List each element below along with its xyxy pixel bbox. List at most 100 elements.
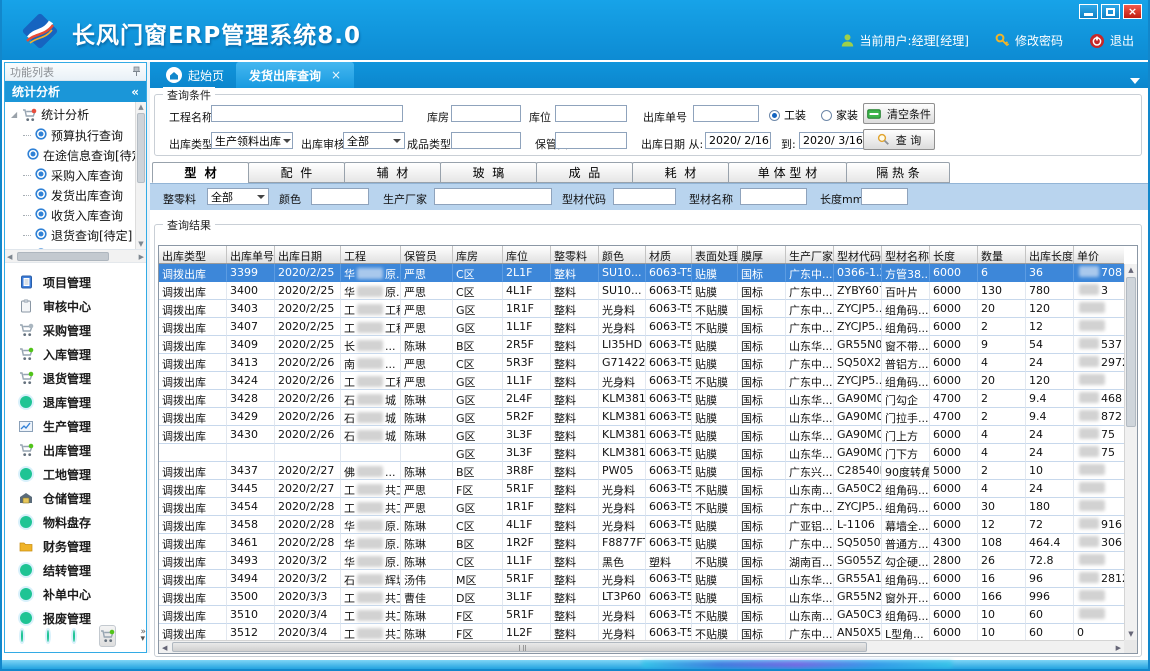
- column-header-出库日期[interactable]: 出库日期: [275, 246, 341, 263]
- grid-vertical-scrollbar[interactable]: ▲ ▼: [1124, 264, 1137, 640]
- cart-shortcut-button[interactable]: [99, 625, 116, 647]
- green-circle-icon[interactable]: [73, 630, 75, 642]
- product-type-input[interactable]: [451, 132, 521, 149]
- scroll-right-icon[interactable]: ▶: [139, 253, 144, 261]
- profile-name-input[interactable]: [740, 188, 807, 205]
- column-header-颜色[interactable]: 颜色: [599, 246, 646, 263]
- tree-item[interactable]: 采购入库查询: [5, 165, 146, 185]
- sidebar-item-结转管理[interactable]: 结转管理: [5, 558, 146, 582]
- column-header-库房[interactable]: 库房: [453, 246, 503, 263]
- scroll-thumb[interactable]: [17, 252, 109, 261]
- table-row[interactable]: 调拨出库35002020/3/3工共工程曹佳D区3L1F整料LT3P606063…: [159, 588, 1124, 606]
- column-header-库位[interactable]: 库位: [503, 246, 551, 263]
- column-header-单价[interactable]: 单价: [1074, 246, 1124, 263]
- table-row[interactable]: 调拨出库34132020/2/26南...严思C区5R3F整料G71422606…: [159, 354, 1124, 372]
- whole-part-select[interactable]: 全部: [207, 188, 269, 205]
- sidebar-item-工地管理[interactable]: 工地管理: [5, 462, 146, 486]
- project-name-input[interactable]: [211, 105, 403, 122]
- column-header-出库类型[interactable]: 出库类型: [159, 246, 227, 263]
- table-row[interactable]: 调拨出库34302020/2/26石城陈琳G区3L3F整料KLM38176063…: [159, 426, 1124, 444]
- tree-item[interactable]: 收货入库查询: [5, 205, 146, 225]
- material-tab-成品[interactable]: 成 品: [536, 162, 633, 183]
- column-header-生产厂家[interactable]: 生产厂家: [786, 246, 834, 263]
- sidebar-item-财务管理[interactable]: 财务管理: [5, 534, 146, 558]
- keeper-input[interactable]: [555, 132, 627, 149]
- sidebar-item-入库管理[interactable]: 入库管理: [5, 342, 146, 366]
- warehouse-input[interactable]: [451, 105, 521, 122]
- profile-code-input[interactable]: [613, 188, 676, 205]
- table-row[interactable]: 调拨出库35102020/3/4工共工程陈琳F区5R1F整料光身料6063-T5…: [159, 606, 1124, 624]
- tree-item[interactable]: 发货出库查询: [5, 185, 146, 205]
- scroll-left-icon[interactable]: ◀: [7, 253, 12, 261]
- tab-shipment-outbound-query[interactable]: 发货出库查询 ×: [236, 62, 354, 88]
- sidebar-item-采购管理[interactable]: 采购管理: [5, 318, 146, 342]
- material-tab-辅材[interactable]: 辅 材: [344, 162, 441, 183]
- audit-select[interactable]: 全部: [343, 132, 405, 149]
- tree-root-statistics[interactable]: ◢ 统计分析: [5, 102, 146, 125]
- material-tab-玻璃[interactable]: 玻 璃: [440, 162, 537, 183]
- table-row[interactable]: G区3L3F整料KLM38176063-T5贴膜国标山东华...GA90M09.…: [159, 444, 1124, 462]
- material-tab-型材[interactable]: 型 材: [152, 162, 249, 183]
- sidebar-item-退库管理[interactable]: 退库管理: [5, 390, 146, 414]
- sidebar-item-物料盘存[interactable]: 物料盘存: [5, 510, 146, 534]
- radio-jiazhuang[interactable]: 家装: [821, 107, 858, 123]
- column-header-型材代码[interactable]: 型材代码: [834, 246, 882, 263]
- sidebar-group-statistics[interactable]: 统计分析 «: [5, 81, 146, 102]
- change-password-button[interactable]: 修改密码: [995, 32, 1063, 49]
- scroll-thumb[interactable]: [172, 642, 867, 652]
- maximize-button[interactable]: [1101, 4, 1120, 19]
- scroll-thumb[interactable]: [1126, 277, 1136, 427]
- table-row[interactable]: 调拨出库35122020/3/4工共工程陈琳F区1L2F整料光身料6063-T5…: [159, 624, 1124, 640]
- column-header-材质[interactable]: 材质: [646, 246, 692, 263]
- scroll-left-icon[interactable]: ◀: [162, 644, 167, 652]
- order-no-input[interactable]: [693, 105, 759, 122]
- sidebar-item-补单中心[interactable]: 补单中心: [5, 582, 146, 606]
- table-row[interactable]: 调拨出库34542020/2/28工共工程严思G区1R1F整料光身料6063-T…: [159, 498, 1124, 516]
- out-type-select[interactable]: 生产领料出库: [211, 132, 293, 149]
- scroll-right-icon[interactable]: ▶: [1116, 644, 1121, 652]
- color-input[interactable]: [311, 188, 369, 205]
- more-panels-button[interactable]: »▾: [140, 629, 146, 643]
- minimize-button[interactable]: [1079, 4, 1098, 19]
- column-header-整零料[interactable]: 整零料: [551, 246, 599, 263]
- column-header-出库长度[interactable]: 出库长度: [1026, 246, 1074, 263]
- location-input[interactable]: [555, 105, 627, 122]
- column-header-表面处理[interactable]: 表面处理: [692, 246, 738, 263]
- date-from-select[interactable]: 2020/ 2/16: [705, 132, 771, 149]
- radio-gongzhuang[interactable]: 工装: [769, 107, 806, 123]
- tree-horizontal-scrollbar[interactable]: ◀ ▶: [5, 250, 146, 263]
- column-header-长度[interactable]: 长度: [930, 246, 978, 263]
- sidebar-item-仓储管理[interactable]: 仓储管理: [5, 486, 146, 510]
- column-header-数量[interactable]: 数量: [978, 246, 1026, 263]
- column-header-膜厚[interactable]: 膜厚: [738, 246, 786, 263]
- pin-icon[interactable]: [132, 66, 141, 77]
- table-row[interactable]: 调拨出库34372020/2/27佛...陈琳B区3R8F整料PW056063-…: [159, 462, 1124, 480]
- close-button[interactable]: ×: [1123, 4, 1142, 19]
- tree-item[interactable]: 在途信息查询[待定]: [5, 145, 146, 165]
- manufacturer-input[interactable]: [434, 188, 552, 205]
- sidebar-item-审核中心[interactable]: 审核中心: [5, 294, 146, 318]
- tab-list-dropdown-icon[interactable]: [1130, 78, 1140, 84]
- column-header-工程[interactable]: 工程: [341, 246, 401, 263]
- column-header-出库单号[interactable]: 出库单号: [227, 246, 275, 263]
- scroll-up-icon[interactable]: ▲: [1125, 266, 1137, 274]
- sidebar-item-项目管理[interactable]: 项目管理: [5, 270, 146, 294]
- table-row[interactable]: 调拨出库34582020/2/28华原...陈琳C区4L1F整料光身料6063-…: [159, 516, 1124, 534]
- column-header-型材名称[interactable]: 型材名称: [882, 246, 930, 263]
- date-to-select[interactable]: 2020/ 3/16: [799, 132, 865, 149]
- material-tab-耗材[interactable]: 耗 材: [632, 162, 729, 183]
- material-tab-单体型材[interactable]: 单 体 型 材: [728, 162, 847, 183]
- table-row[interactable]: 调拨出库34002020/2/25华原...严思C区4L1F整料SU10...6…: [159, 282, 1124, 300]
- grid-horizontal-scrollbar[interactable]: ◀ ▶: [159, 640, 1124, 653]
- material-tab-隔热条[interactable]: 隔 热 条: [846, 162, 950, 183]
- material-tab-配件[interactable]: 配 件: [248, 162, 345, 183]
- length-input[interactable]: [861, 188, 908, 205]
- tree-vertical-scrollbar[interactable]: ▲ ▼: [135, 102, 146, 249]
- table-row[interactable]: 调拨出库34292020/2/26石城陈琳G区5R2F整料KLM38176063…: [159, 408, 1124, 426]
- scroll-down-icon[interactable]: ▼: [1125, 630, 1137, 638]
- table-row[interactable]: 调拨出库34282020/2/26石城陈琳G区2L4F整料KLM38176063…: [159, 390, 1124, 408]
- green-circle-icon[interactable]: [47, 630, 49, 642]
- close-tab-icon[interactable]: ×: [331, 68, 341, 82]
- tab-home[interactable]: 起始页: [154, 62, 236, 88]
- tree-item[interactable]: 预算执行查询: [5, 125, 146, 145]
